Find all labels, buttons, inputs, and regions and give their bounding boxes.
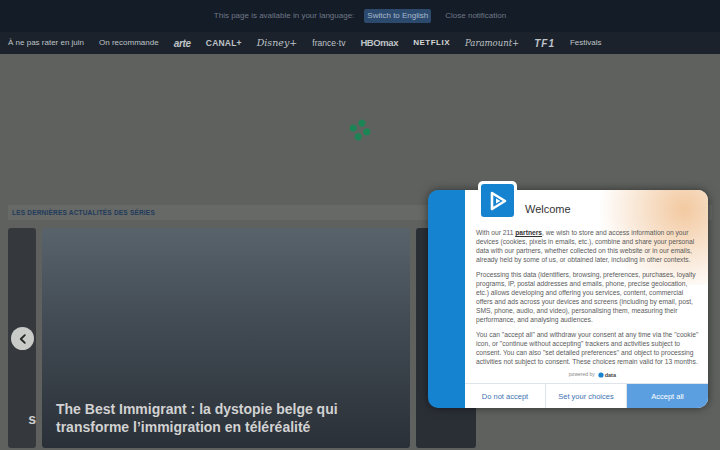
consent-dialog: Welcome With our 211 partners, we wish t…: [428, 190, 708, 408]
consent-paragraph: Processing this data (identifiers, brows…: [476, 270, 700, 324]
close-notification-button[interactable]: Close notification: [445, 10, 506, 22]
text-span: With our 211: [476, 229, 515, 236]
channel-logo[interactable]: arte: [174, 36, 191, 51]
consent-paragraph: With our 211 partners, we wish to store …: [476, 228, 700, 264]
news-card[interactable]: The Best Immigrant : la dystopie belge q…: [42, 228, 410, 448]
channel-logo[interactable]: Disney+: [257, 36, 298, 50]
partners-link[interactable]: partners: [515, 229, 542, 236]
consent-button-label: Do not accept: [482, 391, 528, 402]
consent-title: Welcome: [525, 201, 571, 218]
section-title: LES DERNIÈRES ACTUALITÉS DES SÉRIES: [12, 208, 155, 218]
spinner-icon: [347, 117, 373, 143]
consent-button-label: Set your choices: [558, 391, 613, 402]
main-nav: À ne pas rater en juin On recommande arte C…: [0, 32, 720, 54]
nav-link[interactable]: À ne pas rater en juin: [8, 37, 84, 49]
channel-logo[interactable]: CANAL+: [206, 37, 242, 50]
play-logo-icon: [487, 190, 509, 212]
notification-message: This page is available in your language:: [214, 10, 355, 22]
didomi-logo-icon: [598, 372, 604, 378]
news-card-title: The Best Immigrant : la dystopie belge q…: [56, 400, 396, 436]
powered-by-label: powered by: [569, 371, 595, 379]
nav-link[interactable]: Festivals: [570, 37, 602, 49]
channel-logo[interactable]: TF1: [534, 36, 555, 51]
nav-link[interactable]: On recommande: [99, 37, 159, 49]
consent-button[interactable]: Do not accept: [465, 384, 546, 408]
switch-language-button[interactable]: Switch to English: [364, 9, 431, 23]
channel-logo[interactable]: Paramount+: [465, 37, 519, 50]
decorative-texture: [588, 190, 708, 285]
news-card-title: s: [28, 409, 36, 430]
consent-paragraph: You can "accept all" and withdraw your c…: [476, 330, 700, 366]
accept-all-button[interactable]: Accept all: [627, 384, 708, 408]
language-notification: This page is available in your language:…: [0, 0, 720, 32]
consent-button-label: Accept all: [651, 391, 684, 402]
consent-button[interactable]: Set your choices: [546, 384, 627, 408]
channel-logo[interactable]: NETFLIX: [413, 37, 450, 49]
powered-by-logo: data: [605, 371, 616, 379]
consent-side-strip: [428, 190, 465, 408]
prev-button[interactable]: [11, 327, 34, 350]
loading-area: [0, 54, 720, 205]
brand-logo: [478, 181, 517, 220]
chevron-left-icon: [18, 334, 28, 344]
channel-logo[interactable]: france·tv: [312, 37, 345, 50]
channel-logo[interactable]: HBOmax: [360, 36, 398, 50]
